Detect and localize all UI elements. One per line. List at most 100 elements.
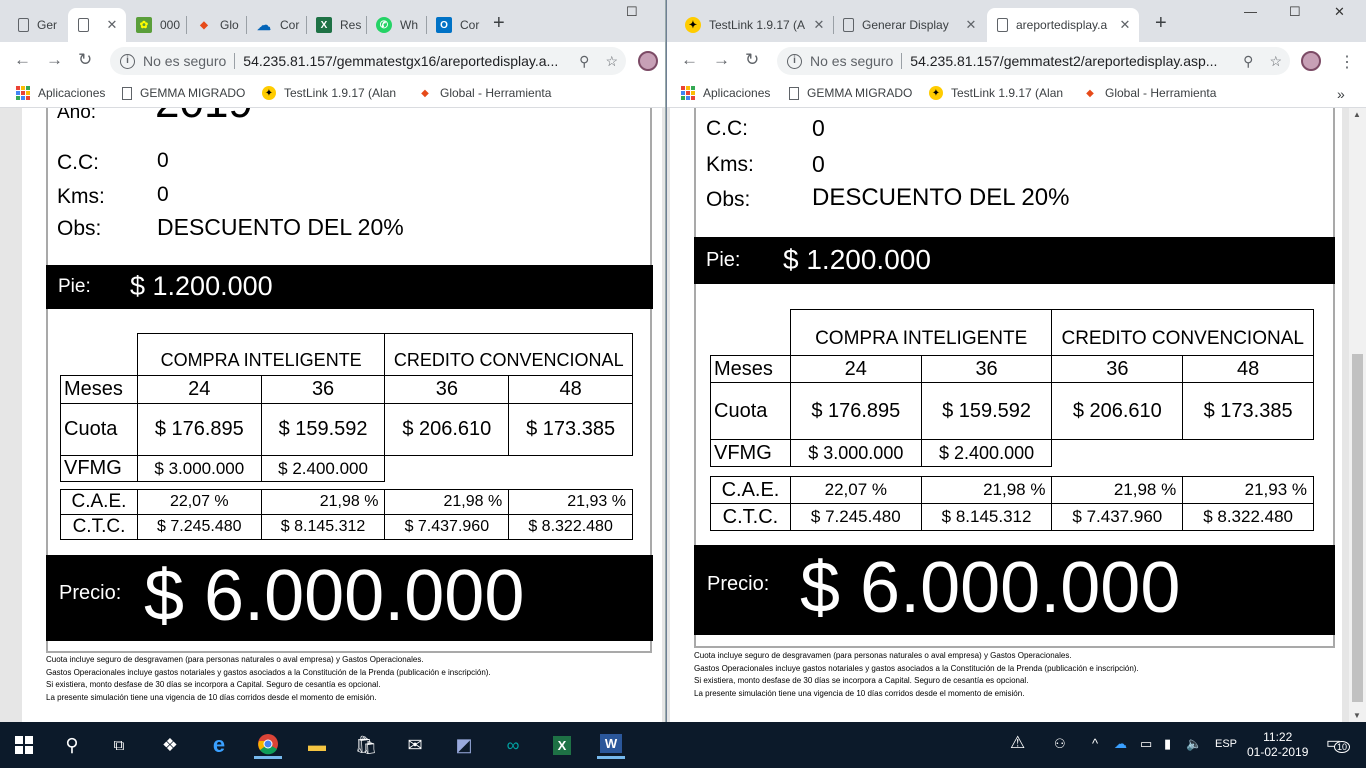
tab-active[interactable]: ✕: [68, 8, 126, 42]
language-indicator[interactable]: ESP: [1215, 738, 1237, 750]
word-icon[interactable]: W: [597, 731, 625, 759]
info-icon[interactable]: i: [120, 53, 135, 69]
reload-icon[interactable]: ↻: [745, 50, 759, 70]
search-icon[interactable]: ⚲: [58, 731, 86, 759]
bookmark-global[interactable]: ◆ Global - Herramienta: [1083, 86, 1216, 100]
table-cell: 24: [789, 355, 922, 383]
browser-window-left: Ger ✕ ✿ 000 ◆ Glo ☁ Cor X Res ✆ Wh O Cor + ☐ ←…: [0, 0, 666, 722]
obs-label: Obs:: [57, 217, 102, 240]
table-cell: 21,93 %: [1182, 476, 1314, 504]
back-icon[interactable]: ←: [681, 50, 698, 70]
obs-label: Obs:: [706, 188, 751, 211]
omnibox[interactable]: i No es seguro 54.235.81.157/gemmatestgx…: [110, 47, 626, 75]
excel-icon[interactable]: X: [548, 731, 576, 759]
bookmark-gemma[interactable]: GEMMA MIGRADO: [122, 86, 245, 100]
info-icon[interactable]: i: [787, 53, 802, 69]
bookmarks-overflow-button[interactable]: »: [1337, 86, 1345, 102]
url-text[interactable]: 54.235.81.157/gemmatestgx16/areportedisp…: [243, 53, 571, 69]
people-icon[interactable]: ⚇: [1054, 736, 1066, 752]
address-bar: ← → ↻ i No es seguro 54.235.81.157/gemma…: [667, 42, 1366, 80]
minimize-icon[interactable]: —: [1244, 4, 1257, 19]
new-tab-button[interactable]: +: [493, 12, 505, 35]
task-view-icon[interactable]: ⧉: [105, 731, 133, 759]
tab-000[interactable]: ✿ 000: [126, 8, 186, 42]
edge-icon[interactable]: e: [205, 731, 233, 759]
kms-value: 0: [157, 183, 169, 206]
scrollbar-thumb[interactable]: [1352, 354, 1363, 702]
chrome-icon[interactable]: [254, 731, 282, 759]
maximize-icon[interactable]: ☐: [1289, 4, 1301, 20]
tab-areportedisplay[interactable]: areportedisplay.a ✕: [987, 8, 1139, 42]
bug-icon: ✿: [136, 17, 152, 33]
bookmark-testlink[interactable]: ✦ TestLink 1.9.17 (Alan: [929, 86, 1063, 100]
header-compra-inteligente: COMPRA INTELIGENTE: [789, 309, 1053, 356]
close-tab-icon[interactable]: ✕: [963, 17, 979, 33]
tab-excel[interactable]: X Res: [306, 8, 366, 42]
close-tab-icon[interactable]: ✕: [811, 17, 827, 33]
mail-icon[interactable]: ✉: [401, 731, 429, 759]
omnibox[interactable]: i No es seguro 54.235.81.157/gemmatest2/…: [777, 47, 1290, 75]
scroll-down-icon[interactable]: ▼: [1353, 711, 1361, 720]
close-tab-icon[interactable]: ✕: [1117, 17, 1133, 33]
forward-icon[interactable]: →: [46, 50, 63, 70]
new-tab-button[interactable]: +: [1155, 12, 1167, 35]
chevron-up-icon[interactable]: ^: [1092, 736, 1098, 751]
page-viewport: Año: 2019 C.C: 0 Kms: 0 Obs: DESCUENTO D…: [0, 108, 665, 722]
bookmarks-bar: Aplicaciones GEMMA MIGRADO ✦ TestLink 1.9…: [0, 80, 665, 108]
back-icon[interactable]: ←: [14, 50, 31, 70]
bookmark-apps[interactable]: Aplicaciones: [681, 86, 770, 100]
arduino-icon[interactable]: ∞: [499, 731, 527, 759]
notification-count: 10: [1334, 741, 1351, 753]
precio-bar: Precio: $ 6.000.000: [694, 545, 1335, 635]
tab-generar-display[interactable]: Generar Display ✕: [833, 8, 985, 42]
tab-global[interactable]: ◆ Glo: [186, 8, 246, 42]
year-value: 2019: [155, 108, 253, 128]
network-icon[interactable]: ▭: [1140, 736, 1152, 752]
file-explorer-icon[interactable]: ▬: [303, 731, 331, 759]
url-text[interactable]: 54.235.81.157/gemmatest2/areportedisplay…: [910, 53, 1235, 69]
star-icon[interactable]: ☆: [605, 53, 618, 70]
table-cell: $ 2.400.000: [260, 455, 386, 482]
forward-icon[interactable]: →: [713, 50, 730, 70]
avatar[interactable]: [638, 51, 658, 71]
more-menu-icon[interactable]: ⋮: [1339, 52, 1355, 72]
tab-outlook[interactable]: O Cor: [426, 8, 486, 42]
tab-gen[interactable]: Ger: [8, 8, 68, 42]
bookmark-global[interactable]: ◆ Global - Herramienta: [418, 86, 551, 100]
close-tab-icon[interactable]: ✕: [104, 17, 120, 33]
app-icon[interactable]: ◩: [450, 731, 478, 759]
bookmarks-bar: Aplicaciones GEMMA MIGRADO ✦ TestLink 1.9…: [667, 80, 1366, 108]
onedrive-icon[interactable]: ☁: [1114, 736, 1127, 752]
volume-icon[interactable]: 🔈: [1186, 736, 1202, 752]
vertical-scrollbar[interactable]: ▲ ▼: [1349, 108, 1366, 722]
dropbox-icon[interactable]: ❖: [156, 731, 184, 759]
bookmark-gemma[interactable]: GEMMA MIGRADO: [789, 86, 912, 100]
tab-whatsapp[interactable]: ✆ Wh: [366, 8, 426, 42]
avatar[interactable]: [1301, 51, 1321, 71]
zoom-icon[interactable]: ⚲: [579, 53, 589, 70]
windows-start-icon[interactable]: [10, 731, 38, 759]
reload-icon[interactable]: ↻: [78, 50, 92, 70]
close-window-icon[interactable]: ✕: [1334, 4, 1345, 20]
zoom-icon[interactable]: ⚲: [1243, 53, 1253, 70]
battery-icon[interactable]: ▮: [1164, 736, 1171, 752]
table-cell: 21,98 %: [1051, 476, 1184, 504]
action-center-icon[interactable]: ▭ 10: [1326, 733, 1351, 753]
notification-alert-icon[interactable]: ⚠: [1010, 733, 1025, 753]
bookmark-apps[interactable]: Aplicaciones: [16, 86, 105, 100]
table-cell: $ 176.895: [789, 382, 922, 440]
table-cell: $ 7.437.960: [1051, 503, 1184, 531]
disclaimer-notes: Cuota incluye seguro de desgravamen (par…: [46, 655, 491, 702]
clock[interactable]: 11:22 01-02-2019: [1247, 730, 1308, 760]
ctc-label: C.T.C.: [710, 503, 791, 531]
bookmark-testlink[interactable]: ✦ TestLink 1.9.17 (Alan: [262, 86, 396, 100]
tab-testlink[interactable]: ✦ TestLink 1.9.17 (A ✕: [675, 8, 833, 42]
cloud-icon: ☁: [257, 16, 271, 33]
kms-value: 0: [812, 151, 825, 177]
maximize-icon[interactable]: ☐: [626, 4, 638, 20]
tab-onedrive[interactable]: ☁ Cor: [246, 8, 306, 42]
scroll-up-icon[interactable]: ▲: [1353, 110, 1361, 119]
precio-value: $ 6.000.000: [800, 548, 1181, 628]
store-icon[interactable]: 🛍: [352, 731, 380, 759]
star-icon[interactable]: ☆: [1269, 53, 1282, 70]
